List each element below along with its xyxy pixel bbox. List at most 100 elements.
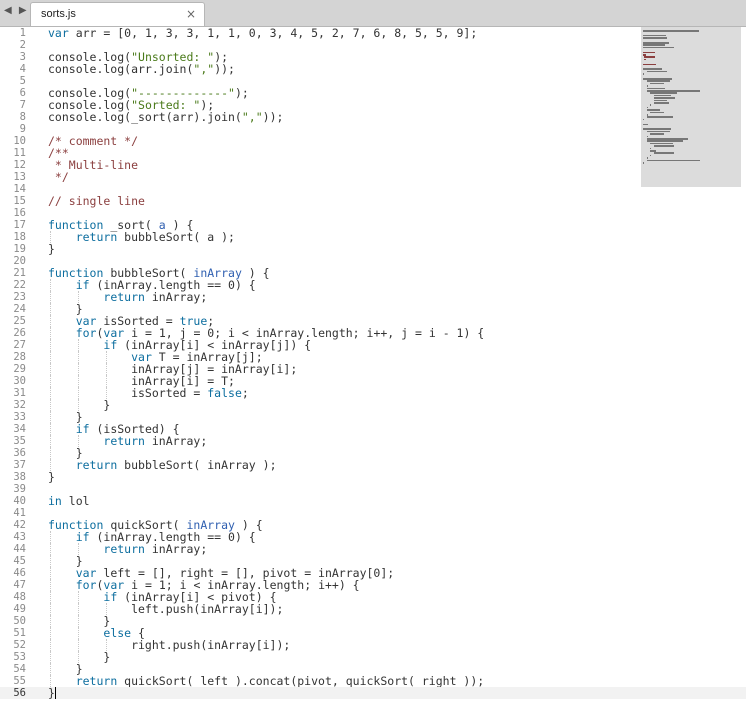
line-number: 48	[13, 591, 26, 603]
minimap-line	[646, 70, 668, 73]
code-line[interactable]: 35 return inArray;	[0, 435, 746, 447]
tab-title: sorts.js	[41, 8, 76, 20]
code-text[interactable]: }	[48, 243, 55, 255]
code-line[interactable]: 15 // single line	[0, 195, 746, 207]
minimap-line	[650, 111, 664, 114]
line-number: 55	[13, 675, 26, 687]
tab-sorts-js[interactable]: sorts.js ×	[30, 2, 205, 26]
line-number: 31	[13, 387, 26, 399]
code-text[interactable]: var arr = [0, 1, 3, 3, 1, 1, 0, 3, 4, 5,…	[48, 27, 477, 39]
code-text[interactable]: }	[48, 471, 55, 483]
code-line[interactable]: 1 var arr = [0, 1, 3, 3, 1, 1, 0, 3, 4, 5…	[0, 27, 746, 39]
minimap-line	[643, 42, 670, 44]
minimap-line	[646, 87, 665, 90]
minimap-line	[643, 51, 655, 54]
tab-nav-arrows-icon[interactable]: ◀ ▶	[4, 5, 29, 16]
line-number: 13	[13, 171, 26, 183]
line-number: 2	[19, 39, 26, 51]
minimap-line	[653, 145, 674, 147]
line-number: 32	[13, 399, 26, 411]
code-text[interactable]: return bubbleSort( inArray );	[48, 459, 277, 471]
minimap-line	[650, 142, 673, 145]
code-text[interactable]: in lol	[48, 495, 90, 507]
code-line[interactable]: 4 console.log(arr.join(","));	[0, 63, 746, 75]
line-number: 22	[13, 279, 26, 291]
code-text[interactable]: // single line	[48, 195, 145, 207]
line-number: 25	[13, 315, 26, 327]
minimap-line	[646, 157, 648, 159]
code-line[interactable]: 12 * Multi-line	[0, 159, 746, 171]
code-line[interactable]: 18 return bubbleSort( a );	[0, 231, 746, 243]
code-line[interactable]: 53 }	[0, 651, 746, 663]
line-number: 11	[13, 147, 26, 159]
minimap-line	[643, 34, 667, 37]
code-line[interactable]: 52 right.push(inArray[i]);	[0, 639, 746, 651]
line-number: 18	[13, 231, 26, 243]
code-line[interactable]: 55 return quickSort( left ).concat(pivot…	[0, 675, 746, 687]
code-line[interactable]: 19}	[0, 243, 746, 255]
code-line[interactable]: 49 left.push(inArray[i]);	[0, 603, 746, 615]
minimap-line	[653, 94, 671, 97]
code-text[interactable]: return bubbleSort( a );	[48, 231, 235, 243]
line-number: 38	[13, 471, 26, 483]
minimap-line	[650, 82, 664, 85]
minimap[interactable]	[641, 27, 741, 187]
line-number: 23	[13, 291, 26, 303]
code-editor[interactable]: 1 var arr = [0, 1, 3, 3, 1, 1, 0, 3, 4, 5…	[0, 27, 746, 709]
minimap-line	[643, 162, 644, 164]
minimap-line	[646, 159, 700, 162]
line-number: 49	[13, 603, 26, 615]
minimap-line	[646, 80, 670, 82]
code-line[interactable]: 8 console.log(_sort(arr).join(","));	[0, 111, 746, 123]
code-line[interactable]: 56}	[0, 687, 746, 699]
code-line[interactable]: 37 return bubbleSort( inArray );	[0, 459, 746, 471]
minimap-line	[643, 56, 655, 58]
code-text[interactable]: console.log(arr.join(","));	[48, 63, 235, 75]
line-number: 41	[13, 507, 26, 519]
line-number: 37	[13, 459, 26, 471]
code-line[interactable]: 31 isSorted = false;	[0, 387, 746, 399]
minimap-line	[650, 104, 652, 106]
close-icon[interactable]: ×	[186, 7, 196, 21]
code-text[interactable]: */	[48, 171, 69, 183]
code-text[interactable]: return quickSort( left ).concat(pivot, q…	[48, 675, 485, 687]
line-number: 42	[13, 519, 26, 531]
code-line[interactable]: 44 return inArray;	[0, 543, 746, 555]
minimap-line	[643, 58, 646, 61]
line-number: 45	[13, 555, 26, 567]
minimap-line	[643, 128, 671, 130]
code-text[interactable]: }	[48, 687, 55, 699]
code-line[interactable]: 10/* comment */	[0, 135, 746, 147]
line-number: 53	[13, 651, 26, 663]
code-line[interactable]: 39	[0, 483, 746, 495]
minimap-line	[646, 109, 661, 111]
code-line[interactable]: 40 in lol	[0, 495, 746, 507]
line-number: 56	[13, 687, 26, 699]
code-line[interactable]: 23 return inArray;	[0, 291, 746, 303]
minimap-line	[643, 46, 674, 49]
line-number: 16	[13, 207, 26, 219]
code-text[interactable]: console.log(_sort(arr).join(","));	[48, 111, 283, 123]
minimap-line	[643, 68, 662, 70]
minimap-line	[650, 92, 678, 94]
line-number: 9	[19, 123, 26, 135]
line-number: 1	[19, 27, 26, 39]
code-line[interactable]: 38}	[0, 471, 746, 483]
line-number: 35	[13, 435, 26, 447]
minimap-line	[653, 97, 676, 99]
line-number: 24	[13, 303, 26, 315]
code-line[interactable]: 32 }	[0, 399, 746, 411]
line-number: 44	[13, 543, 26, 555]
line-number: 7	[19, 99, 26, 111]
minimap-line	[650, 154, 652, 157]
minimap-line	[643, 37, 668, 39]
line-number: 15	[13, 195, 26, 207]
line-number: 12	[13, 159, 26, 171]
line-number: 36	[13, 447, 26, 459]
minimap-line	[643, 54, 646, 56]
line-number: 33	[13, 411, 26, 423]
line-number: 46	[13, 567, 26, 579]
code-line[interactable]: 13 */	[0, 171, 746, 183]
minimap-line	[650, 147, 652, 150]
line-number: 26	[13, 327, 26, 339]
